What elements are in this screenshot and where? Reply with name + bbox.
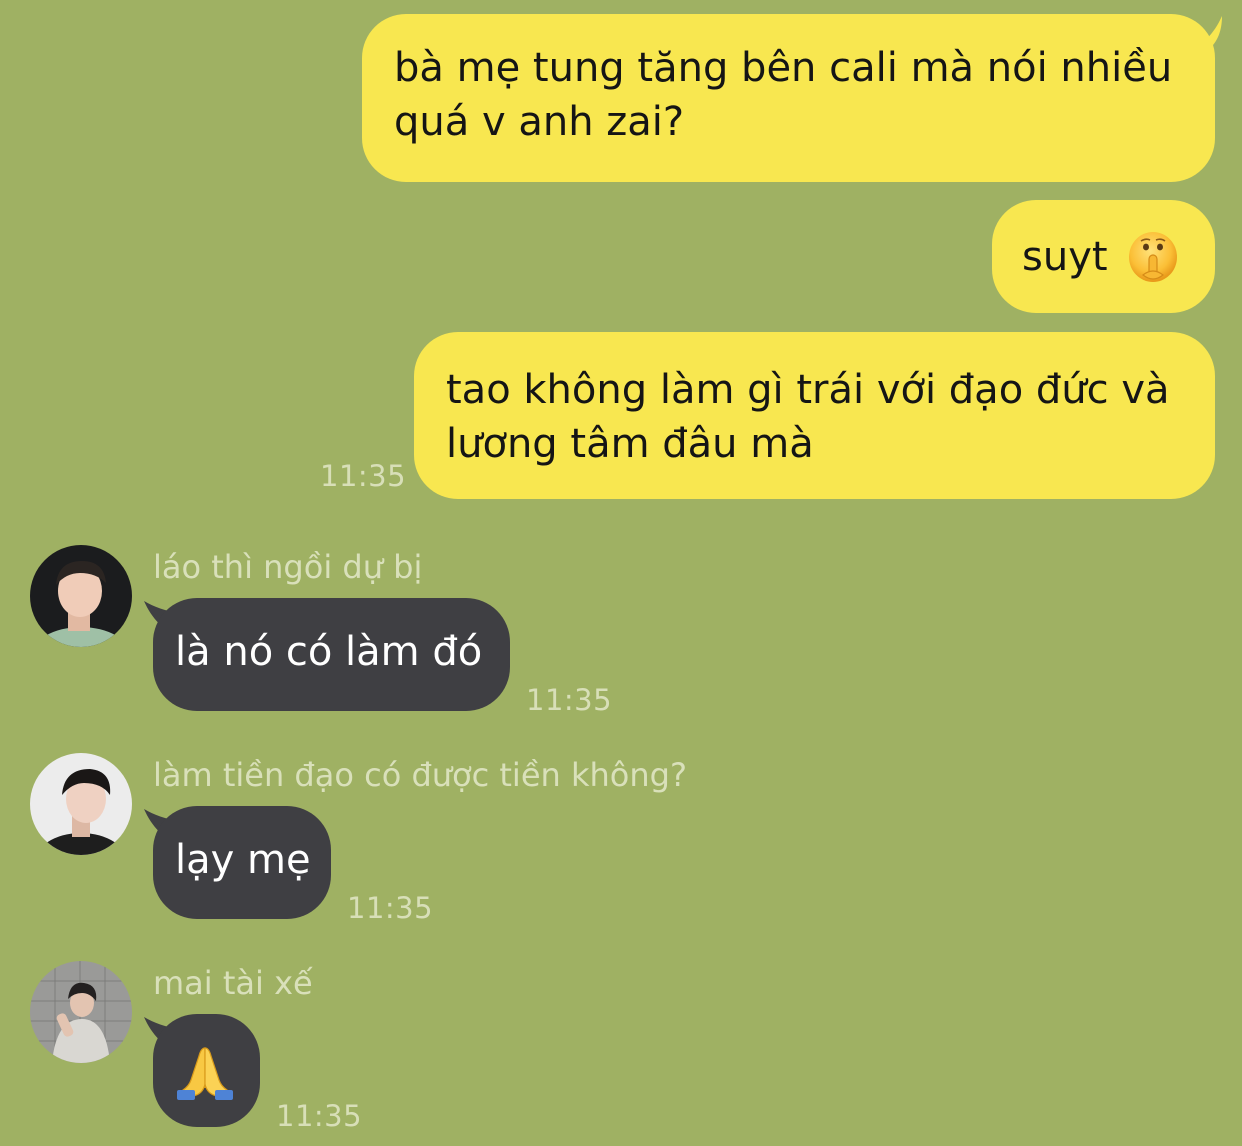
message-timestamp: 11:35 [526,683,613,717]
folded-hands-emoji [177,1047,233,1100]
avatar-photo [30,545,132,647]
avatar[interactable] [30,961,132,1063]
chat-view: bà mẹ tung tăng bên cali mà nói nhiều qu… [0,0,1242,1146]
message-timestamp: 11:35 [320,459,407,493]
avatar-photo [30,961,132,1063]
message-text: suyt [1022,234,1108,280]
sent-message-bubble[interactable]: suyt [992,200,1215,313]
avatar[interactable] [30,753,132,855]
message-timestamp: 11:35 [347,891,434,925]
message-text: là nó có làm đó [175,629,483,675]
sender-name: láo thì ngồi dự bị [153,548,423,586]
message-text: lạy mẹ [175,837,311,883]
received-message-bubble[interactable]: lạy mẹ [153,806,331,919]
sender-name: làm tiền đạo có được tiền không? [153,756,687,794]
received-message-bubble[interactable]: là nó có làm đó [153,598,510,711]
sent-message-bubble[interactable]: tao không làm gì trái với đạo đức và lươ… [414,332,1215,499]
shushing-face-emoji [1129,232,1177,282]
received-message-bubble[interactable] [153,1014,260,1127]
message-timestamp: 11:35 [276,1099,363,1133]
avatar-photo [30,753,132,855]
sent-message-bubble[interactable]: bà mẹ tung tăng bên cali mà nói nhiều qu… [362,14,1215,182]
avatar[interactable] [30,545,132,647]
sender-name: mai tài xế [153,964,313,1002]
message-text: tao không làm gì trái với đạo đức và lươ… [446,367,1170,467]
message-text: bà mẹ tung tăng bên cali mà nói nhiều qu… [394,45,1173,145]
